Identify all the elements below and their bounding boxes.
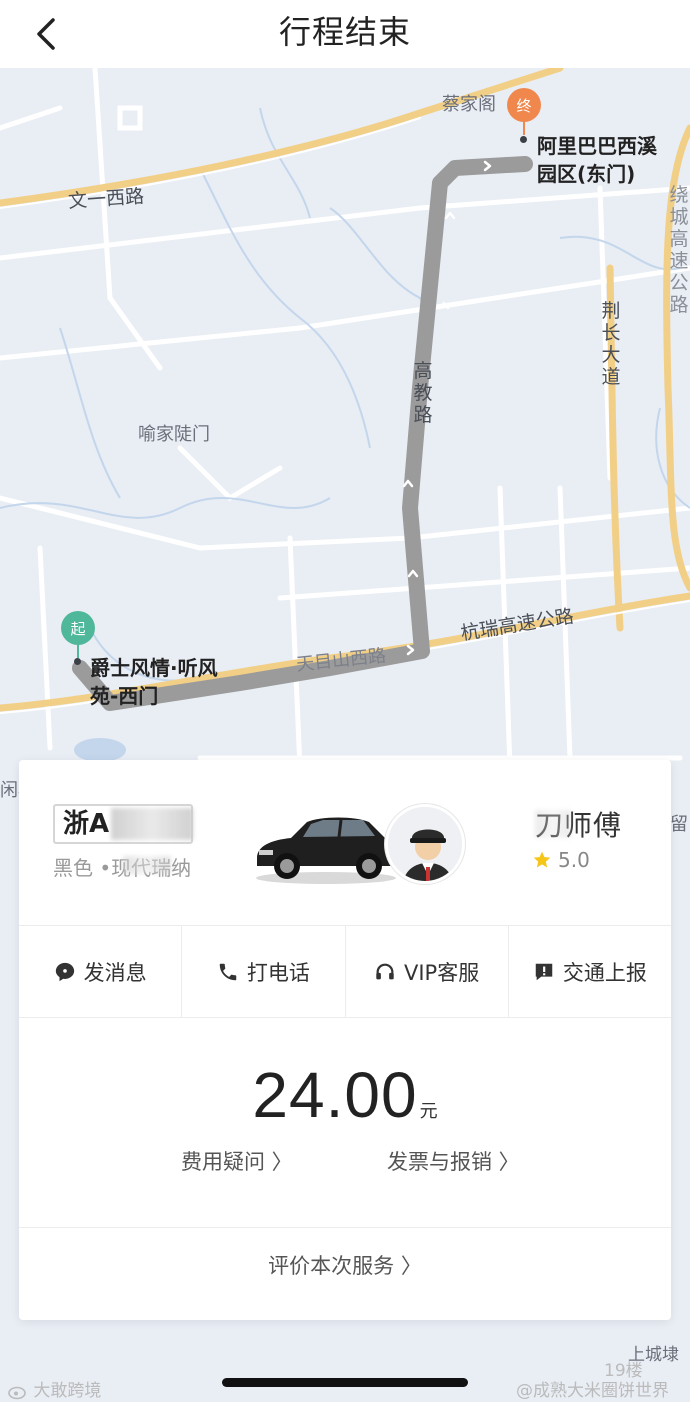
fare-unit: 元 [419, 1101, 438, 1122]
rate-service-link[interactable]: 评价本次服务 〉 [19, 1250, 671, 1280]
vip-service-button[interactable]: VIP客服 [346, 926, 509, 1017]
start-pin-stem [77, 644, 79, 658]
end-location-line2: 园区(东门) [537, 162, 636, 186]
driver-avatar-icon [388, 807, 462, 881]
map-label-jingchang: 荆长大道 [601, 300, 621, 388]
map-label-yujia: 喻家陡门 [138, 424, 210, 445]
action-bar: 发消息 打电话 VIP客服 交通上报 [19, 926, 671, 1018]
invoice-link[interactable]: 发票与报销 〉 [387, 1146, 520, 1176]
end-pin[interactable]: 终 [507, 88, 541, 122]
call-label: 打电话 [246, 960, 310, 985]
end-pin-stem [523, 121, 525, 135]
home-indicator[interactable] [222, 1378, 468, 1387]
traffic-report-label: 交通上报 [562, 960, 647, 985]
driver-info-section: 浙A 黑色 •现代瑞纳 刀师傅 [19, 760, 671, 926]
report-icon [535, 963, 553, 980]
driver-avatar[interactable] [385, 804, 465, 884]
car-desc-redaction [123, 856, 171, 874]
end-pin-dot [520, 136, 527, 143]
page-title: 行程结束 [278, 13, 411, 51]
fare-amount: 24.00 [252, 1059, 418, 1131]
weibo-logo-icon [8, 1386, 26, 1400]
call-button[interactable]: 打电话 [182, 926, 346, 1017]
start-pin[interactable]: 起 [61, 611, 95, 645]
map-label-highway-right: 绕城高速公路 [669, 184, 689, 316]
send-message-button[interactable]: 发消息 [19, 926, 183, 1017]
send-message-label: 发消息 [83, 960, 147, 985]
driver-rating: 5.0 [532, 848, 590, 872]
fare-display: 24.00 元 [19, 1058, 671, 1132]
fare-section: 24.00 元 费用疑问 〉 发票与报销 〉 [19, 1018, 671, 1228]
star-icon [533, 851, 551, 868]
fare-question-link[interactable]: 费用疑问 〉 [181, 1146, 293, 1176]
driver-name-redaction [535, 810, 571, 838]
headset-icon [376, 963, 394, 979]
start-pin-dot [74, 658, 81, 665]
trip-summary-card: 浙A 黑色 •现代瑞纳 刀师傅 [19, 760, 671, 1320]
phone-icon [219, 963, 237, 980]
watermark-right-text: @成熟大米圈饼世界 [516, 1381, 669, 1401]
plate-redaction [111, 808, 193, 840]
vip-service-label: VIP客服 [404, 960, 480, 985]
end-location-line1: 阿里巴巴西溪 [537, 134, 657, 158]
end-location-label: 阿里巴巴西溪 园区(东门) [537, 132, 657, 188]
map-label-gaojiao: 高教路 [413, 360, 433, 426]
map-label-caijiage: 蔡家阁 [442, 94, 496, 115]
start-location-line2: 苑-西门 [90, 684, 159, 708]
watermark-left-text: 大敢跨境 [33, 1381, 102, 1401]
start-location-label: 爵士风情·听风 苑-西门 [90, 654, 218, 710]
start-location-line1: 爵士风情·听风 [90, 656, 218, 680]
traffic-report-button[interactable]: 交通上报 [509, 926, 671, 1017]
watermark-right: @成熟大米圈饼世界 [516, 1376, 669, 1401]
watermark-left: 大敢跨境 [8, 1376, 101, 1401]
map-label-liu: 留 [670, 814, 688, 835]
license-plate-text: 浙A [63, 809, 110, 839]
header-bar: 行程结束 [0, 0, 690, 68]
map-label-wenyi: 文一西路 [67, 185, 145, 213]
message-icon [55, 962, 74, 981]
car-image [256, 817, 397, 884]
rating-value: 5.0 [558, 848, 590, 872]
